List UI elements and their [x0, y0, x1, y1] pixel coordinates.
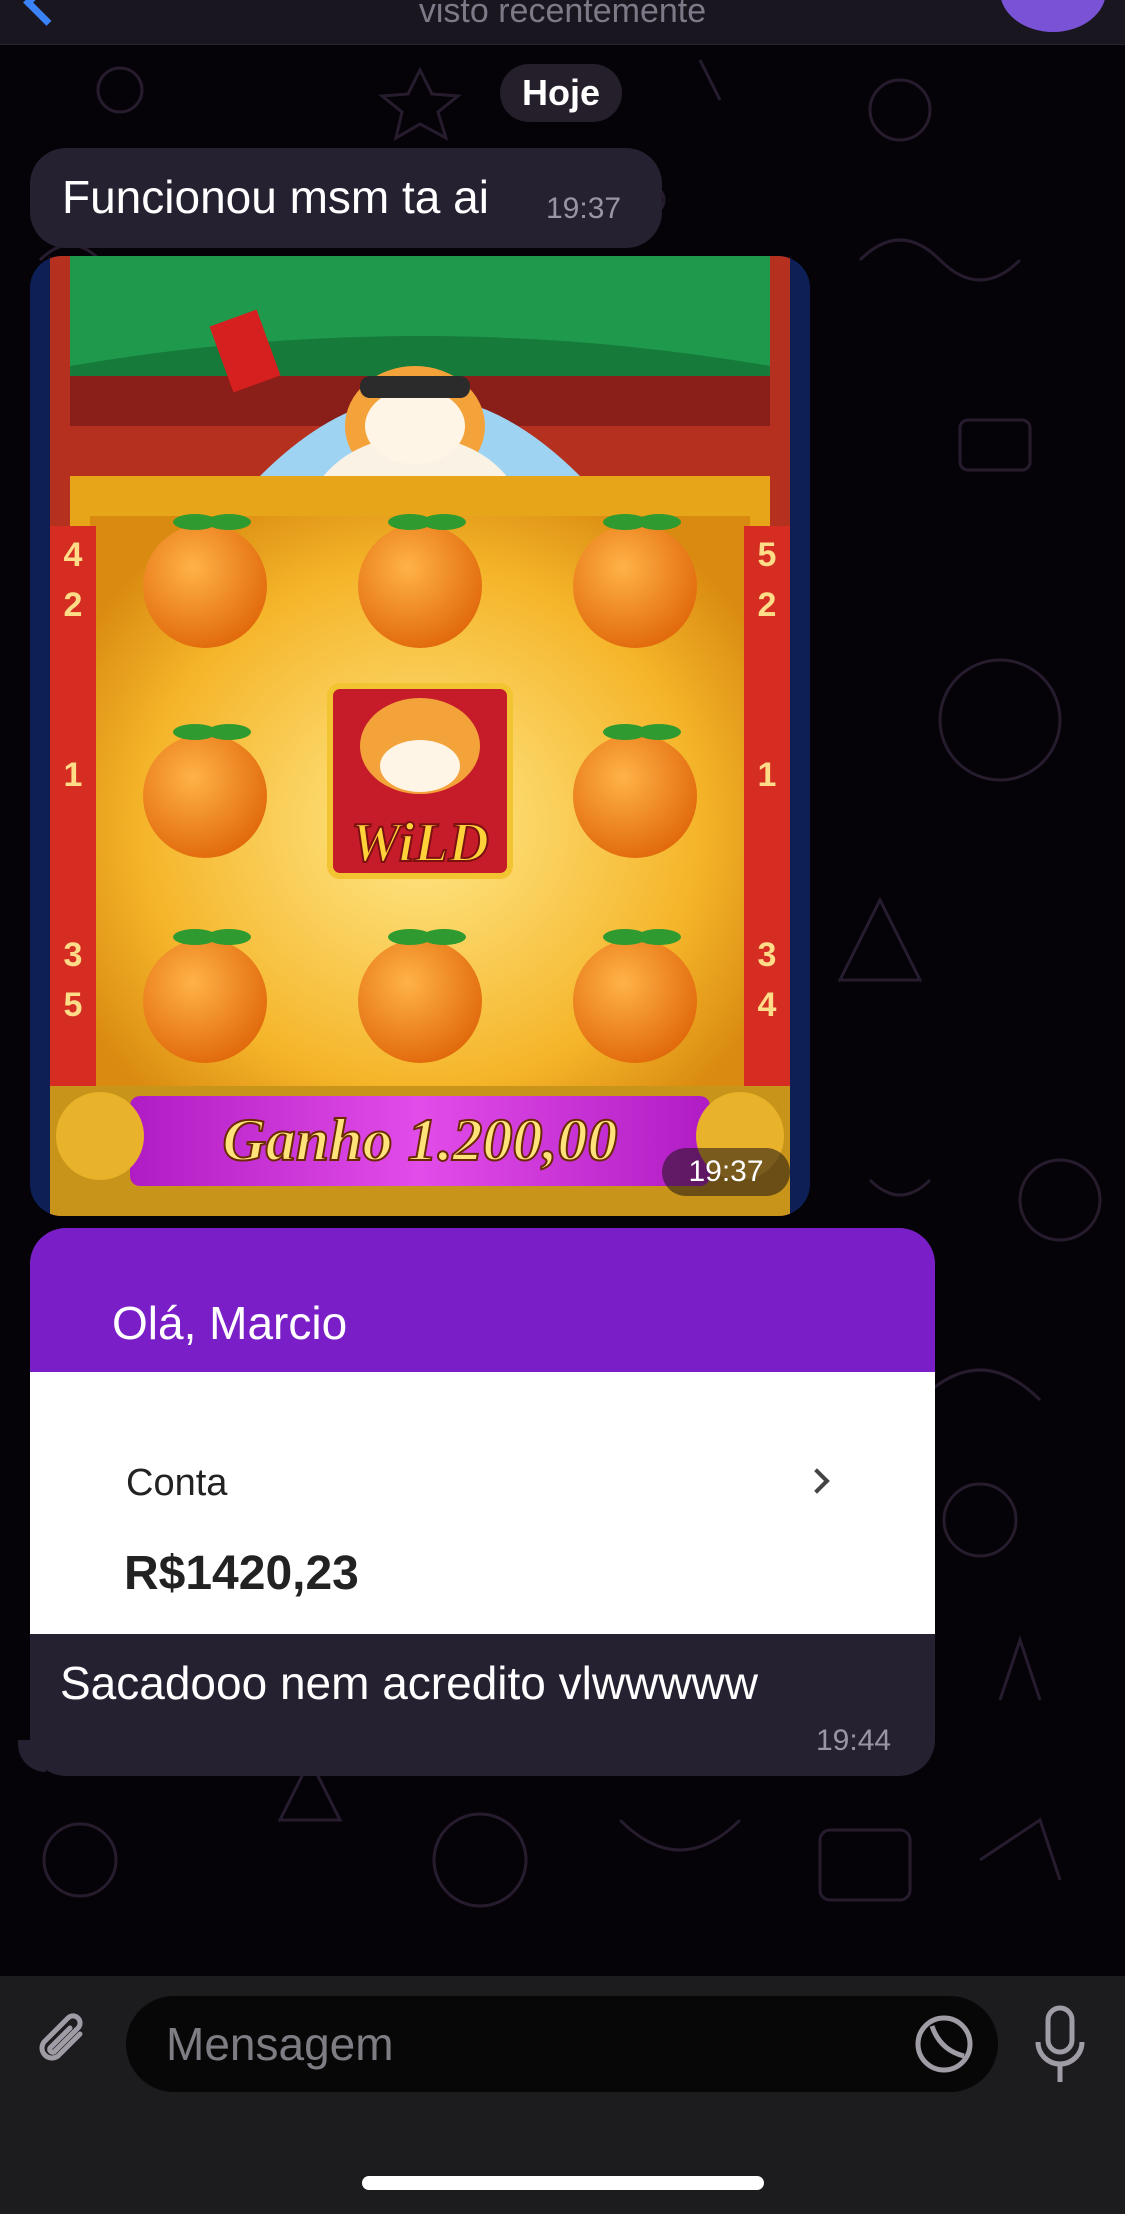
message-time: 19:37 — [546, 192, 622, 225]
message-text: Sacadooo nem acredito vlwwwww — [60, 1657, 758, 1709]
reel-number: 5 — [64, 986, 83, 1024]
reel-number: 1 — [64, 756, 83, 794]
message-text: Funcionou msm ta ai — [62, 171, 489, 223]
wild-label: WiLD — [351, 812, 489, 874]
chat-header: visto recentemente — [0, 0, 1125, 45]
photo-time: 19:37 — [662, 1148, 790, 1196]
account-label: Conta — [126, 1462, 228, 1504]
date-separator: Hoje — [500, 64, 622, 122]
reel-number: 2 — [758, 586, 777, 624]
account-balance: R$1420,23 — [124, 1547, 359, 1600]
bank-card-body: Conta R$1420,23 — [30, 1372, 935, 1634]
microphone-icon[interactable] — [1030, 2002, 1090, 2088]
message-input[interactable] — [126, 1996, 998, 2092]
reel-number: 3 — [758, 936, 777, 974]
slot-game-screenshot: 4 2 1 3 5 5 2 1 3 4 WiLD Ganho 1.200,00 — [30, 256, 810, 1216]
paperclip-icon[interactable] — [30, 2008, 98, 2076]
win-banner: Ganho 1.200,00 — [222, 1107, 617, 1173]
reel-number: 2 — [64, 586, 83, 624]
chevron-right-icon — [804, 1468, 830, 1494]
sticker-icon[interactable] — [912, 2012, 976, 2076]
home-indicator — [362, 2176, 764, 2190]
reel-number: 4 — [758, 986, 777, 1024]
reel-number: 1 — [758, 756, 777, 794]
reel-number: 4 — [64, 536, 83, 574]
photo-message[interactable]: 4 2 1 3 5 5 2 1 3 4 WiLD Ganho 1.200,00 — [30, 256, 810, 1216]
photo-caption-bubble[interactable]: Olá, Marcio Conta R$1420,23 Sacadooo nem… — [30, 1228, 935, 1776]
reel-number: 3 — [64, 936, 83, 974]
reel-number: 5 — [758, 536, 777, 574]
bank-card-header: Olá, Marcio — [30, 1228, 935, 1372]
message-time: 19:44 — [816, 1724, 892, 1757]
greeting-text: Olá, Marcio — [112, 1297, 348, 1349]
last-seen-status: visto recentemente — [418, 0, 707, 30]
message-bubble[interactable]: Funcionou msm ta ai 19:37 — [30, 148, 662, 248]
